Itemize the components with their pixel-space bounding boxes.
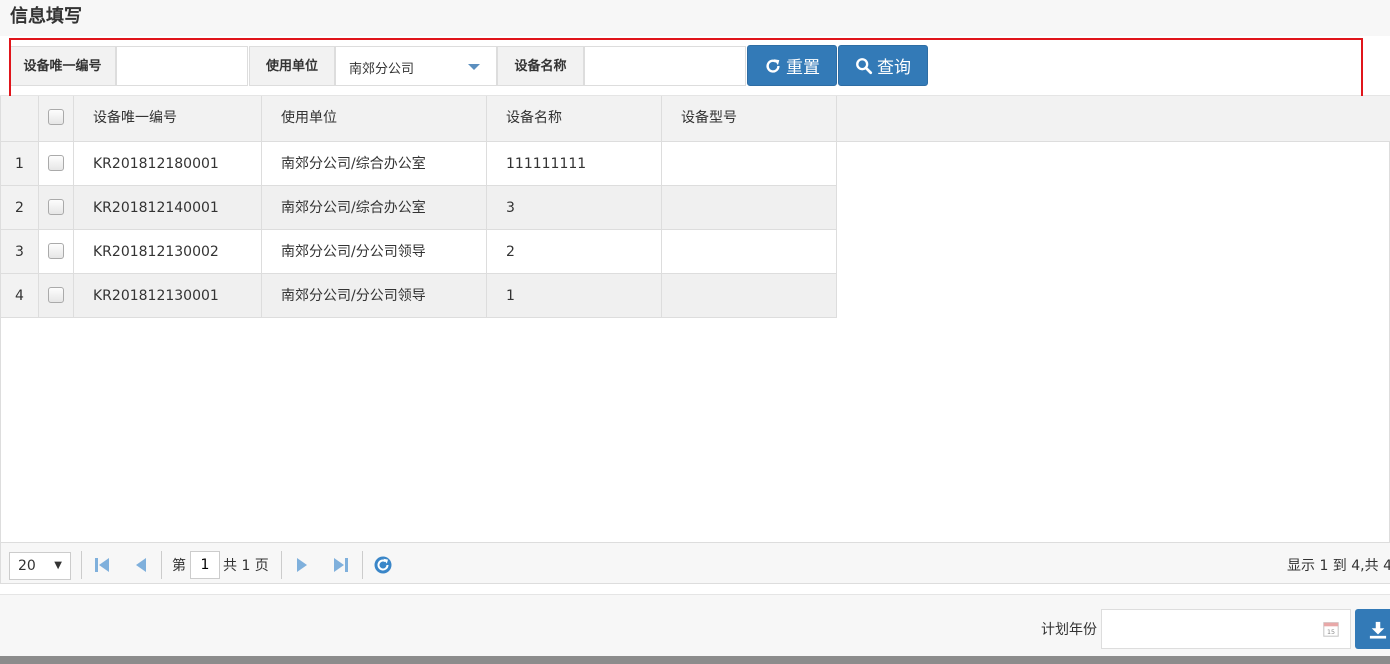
next-page-icon[interactable] <box>292 555 312 575</box>
refresh-icon <box>766 58 780 73</box>
row-checkbox[interactable] <box>48 199 64 215</box>
first-page-icon[interactable] <box>92 555 112 575</box>
cell-unit: 南郊分公司/分公司领导 <box>262 230 487 274</box>
row-checkbox[interactable] <box>48 243 64 259</box>
table-row[interactable]: KR201812140001 南郊分公司/综合办公室 3 <box>39 186 837 230</box>
cell-device-name: 2 <box>487 230 662 274</box>
cell-device-id: KR201812180001 <box>74 142 262 186</box>
cell-device-name: 3 <box>487 186 662 230</box>
device-name-label: 设备名称 <box>497 46 584 86</box>
cell-device-name: 111111111 <box>487 142 662 186</box>
data-grid: 设备唯一编号 使用单位 设备名称 设备型号 1 KR201812180001 南… <box>0 96 1390 542</box>
row-checkbox-cell <box>39 274 74 318</box>
row-checkbox-cell <box>39 230 74 274</box>
page-total: 共 1 页 <box>223 558 269 574</box>
unit-label: 使用单位 <box>249 46 335 86</box>
download-icon <box>1369 621 1387 639</box>
reset-button[interactable]: 重置 <box>747 45 837 86</box>
select-all-checkbox[interactable] <box>48 109 64 125</box>
pager-divider <box>161 551 162 579</box>
row-number: 3 <box>1 230 39 274</box>
row-checkbox[interactable] <box>48 287 64 303</box>
cell-device-model <box>662 230 837 274</box>
cell-device-id: KR201812130001 <box>74 274 262 318</box>
device-id-label: 设备唯一编号 <box>9 46 116 86</box>
cell-device-model <box>662 142 837 186</box>
column-header-device-name[interactable]: 设备名称 <box>487 96 662 142</box>
window-bottom-edge <box>0 656 1390 664</box>
page-prefix: 第 <box>172 558 186 574</box>
pagination-info: 显示 1 到 4,共 4 记录 <box>1287 558 1390 574</box>
row-number: 4 <box>1 274 39 318</box>
column-header-device-model[interactable]: 设备型号 <box>662 96 837 142</box>
plan-year-input[interactable]: 15 <box>1101 609 1351 649</box>
reset-button-label: 重置 <box>786 58 820 78</box>
chevron-down-icon <box>468 64 480 70</box>
prev-page-icon[interactable] <box>131 555 151 575</box>
row-number: 2 <box>1 186 39 230</box>
table-row[interactable]: KR201812130001 南郊分公司/分公司领导 1 <box>39 274 837 318</box>
cell-device-id: KR201812140001 <box>74 186 262 230</box>
row-checkbox[interactable] <box>48 155 64 171</box>
pagination-bar: 20 ▼ 第 共 1 页 显示 1 到 4,共 4 记录 <box>0 542 1390 584</box>
row-checkbox-cell <box>39 186 74 230</box>
column-header-device-id[interactable]: 设备唯一编号 <box>74 96 262 142</box>
chevron-down-icon: ▼ <box>54 560 62 571</box>
cell-unit: 南郊分公司/分公司领导 <box>262 274 487 318</box>
row-checkbox-cell <box>39 142 74 186</box>
pager-divider <box>281 551 282 579</box>
cell-device-model <box>662 186 837 230</box>
page-number-input[interactable] <box>190 551 220 579</box>
query-button[interactable]: 查询 <box>838 45 928 86</box>
cell-device-id: KR201812130002 <box>74 230 262 274</box>
table-row[interactable]: KR201812130002 南郊分公司/分公司领导 2 <box>39 230 837 274</box>
query-button-label: 查询 <box>877 58 911 78</box>
device-id-input[interactable] <box>116 46 248 86</box>
select-all-cell <box>39 96 74 142</box>
svg-text:15: 15 <box>1327 629 1335 636</box>
unit-select[interactable]: 南郊分公司 <box>335 46 497 86</box>
row-number: 1 <box>1 142 39 186</box>
page-header: 信息填写 <box>0 0 1390 36</box>
table-row[interactable]: KR201812180001 南郊分公司/综合办公室 111111111 <box>39 142 837 186</box>
calendar-icon[interactable]: 15 <box>1322 620 1340 638</box>
cell-unit: 南郊分公司/综合办公室 <box>262 186 487 230</box>
last-page-icon[interactable] <box>331 555 351 575</box>
cell-device-name: 1 <box>487 274 662 318</box>
column-header-unit[interactable]: 使用单位 <box>262 96 487 142</box>
cell-device-model <box>662 274 837 318</box>
plan-year-label: 计划年份 <box>1041 622 1097 638</box>
page-title: 信息填写 <box>10 6 82 27</box>
page-size-value: 20 <box>18 558 36 574</box>
unit-select-value: 南郊分公司 <box>349 62 415 77</box>
rownum-header <box>1 96 39 142</box>
reload-icon[interactable] <box>373 555 393 575</box>
pager-divider <box>362 551 363 579</box>
cell-unit: 南郊分公司/综合办公室 <box>262 142 487 186</box>
grid-header: 设备唯一编号 使用单位 设备名称 设备型号 <box>1 96 1390 142</box>
page-size-select[interactable]: 20 ▼ <box>9 552 71 580</box>
footer-bar: 计划年份 15 <box>0 594 1390 656</box>
download-button[interactable] <box>1355 609 1390 649</box>
device-name-input[interactable] <box>584 46 746 86</box>
search-icon <box>856 57 873 74</box>
pager-divider <box>81 551 82 579</box>
